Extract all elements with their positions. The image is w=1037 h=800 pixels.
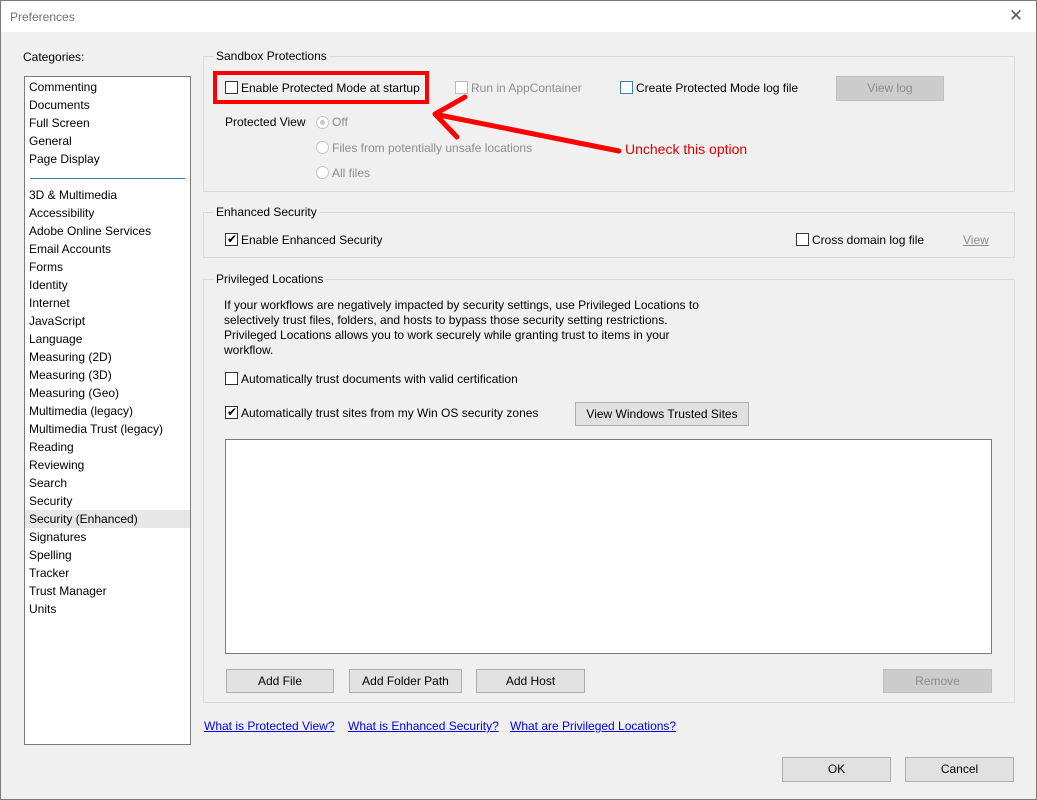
category-item[interactable]: Page Display bbox=[25, 150, 190, 168]
view-cross-domain-link[interactable]: View bbox=[963, 233, 989, 247]
sandbox-group-title: Sandbox Protections bbox=[214, 49, 329, 63]
category-item[interactable]: Documents bbox=[25, 96, 190, 114]
preferences-window: Preferences ✕ Categories: Commenting Docu… bbox=[0, 0, 1037, 800]
category-item[interactable]: Measuring (3D) bbox=[25, 366, 190, 384]
categories-list[interactable]: Commenting Documents Full Screen General Pag… bbox=[24, 76, 191, 745]
category-item[interactable]: Full Screen bbox=[25, 114, 190, 132]
category-item[interactable]: JavaScript bbox=[25, 312, 190, 330]
privileged-description: If your workflows are negatively impacte… bbox=[224, 298, 699, 357]
category-item[interactable]: Adobe Online Services bbox=[25, 222, 190, 240]
checkmark-icon: ✔ bbox=[227, 232, 238, 246]
category-item[interactable]: Internet bbox=[25, 294, 190, 312]
privileged-group-title: Privileged Locations bbox=[214, 272, 326, 286]
what-is-enhanced-security-link[interactable]: What is Enhanced Security? bbox=[348, 719, 499, 733]
category-item[interactable]: Commenting bbox=[25, 78, 190, 96]
category-item[interactable]: Security (Enhanced) bbox=[25, 510, 190, 528]
category-item[interactable]: Measuring (2D) bbox=[25, 348, 190, 366]
category-item[interactable]: Security bbox=[25, 492, 190, 510]
ok-button[interactable]: OK bbox=[782, 757, 891, 782]
add-folder-path-button[interactable]: Add Folder Path bbox=[349, 669, 462, 693]
category-item[interactable]: Spelling bbox=[25, 546, 190, 564]
enable-enhanced-security-label[interactable]: Enable Enhanced Security bbox=[241, 233, 382, 247]
category-item[interactable]: Reading bbox=[25, 438, 190, 456]
category-item[interactable]: Forms bbox=[25, 258, 190, 276]
what-is-protected-view-link[interactable]: What is Protected View? bbox=[204, 719, 335, 733]
protected-view-off-label: Off bbox=[332, 115, 348, 129]
annotation-arrow-icon bbox=[432, 94, 622, 154]
close-icon[interactable]: ✕ bbox=[1004, 4, 1028, 28]
remove-button[interactable]: Remove bbox=[883, 669, 992, 693]
category-item[interactable]: Search bbox=[25, 474, 190, 492]
category-item[interactable]: Trust Manager bbox=[25, 582, 190, 600]
trust-certification-checkbox[interactable] bbox=[225, 372, 238, 385]
trust-os-zones-checkbox[interactable]: ✔ bbox=[225, 405, 238, 419]
create-log-label[interactable]: Create Protected Mode log file bbox=[636, 81, 798, 95]
category-item[interactable]: 3D & Multimedia bbox=[25, 186, 190, 204]
view-windows-trusted-sites-button[interactable]: View Windows Trusted Sites bbox=[575, 402, 749, 426]
trust-os-zones-label[interactable]: Automatically trust sites from my Win OS… bbox=[241, 406, 538, 420]
radio-dot bbox=[320, 120, 325, 125]
privileged-locations-list[interactable] bbox=[225, 439, 992, 654]
categories-label: Categories: bbox=[23, 50, 85, 64]
add-host-button[interactable]: Add Host bbox=[476, 669, 585, 693]
category-item[interactable]: Multimedia Trust (legacy) bbox=[25, 420, 190, 438]
protected-view-label: Protected View bbox=[225, 115, 306, 129]
protected-view-all-radio[interactable] bbox=[316, 166, 329, 179]
category-item[interactable]: Tracker bbox=[25, 564, 190, 582]
category-item[interactable]: Reviewing bbox=[25, 456, 190, 474]
category-item[interactable]: Units bbox=[25, 600, 190, 618]
category-item[interactable]: Accessibility bbox=[25, 204, 190, 222]
view-log-button[interactable]: View log bbox=[836, 76, 944, 101]
category-item[interactable]: Email Accounts bbox=[25, 240, 190, 258]
annotation-highlight-box bbox=[213, 71, 429, 104]
cross-domain-log-checkbox[interactable] bbox=[796, 233, 809, 246]
protected-view-off-radio[interactable] bbox=[316, 116, 329, 129]
category-item[interactable]: Language bbox=[25, 330, 190, 348]
what-are-privileged-locations-link[interactable]: What are Privileged Locations? bbox=[510, 719, 676, 733]
add-file-button[interactable]: Add File bbox=[226, 669, 334, 693]
cancel-button[interactable]: Cancel bbox=[905, 757, 1014, 782]
category-item[interactable]: Identity bbox=[25, 276, 190, 294]
category-item[interactable]: Multimedia (legacy) bbox=[25, 402, 190, 420]
categories-separator bbox=[30, 178, 185, 179]
category-item[interactable]: Measuring (Geo) bbox=[25, 384, 190, 402]
category-item[interactable]: General bbox=[25, 132, 190, 150]
category-item[interactable]: Signatures bbox=[25, 528, 190, 546]
annotation-text: Uncheck this option bbox=[625, 141, 748, 157]
protected-view-all-label: All files bbox=[332, 166, 371, 180]
trust-certification-label[interactable]: Automatically trust documents with valid… bbox=[241, 372, 518, 386]
protected-view-unsafe-radio[interactable] bbox=[316, 141, 329, 154]
checkmark-icon: ✔ bbox=[227, 405, 238, 419]
title-bar: Preferences ✕ bbox=[1, 1, 1036, 32]
enhanced-group-title: Enhanced Security bbox=[214, 205, 319, 219]
window-title: Preferences bbox=[10, 10, 75, 24]
enable-enhanced-security-checkbox[interactable]: ✔ bbox=[225, 232, 238, 246]
cross-domain-log-label[interactable]: Cross domain log file bbox=[812, 233, 924, 247]
